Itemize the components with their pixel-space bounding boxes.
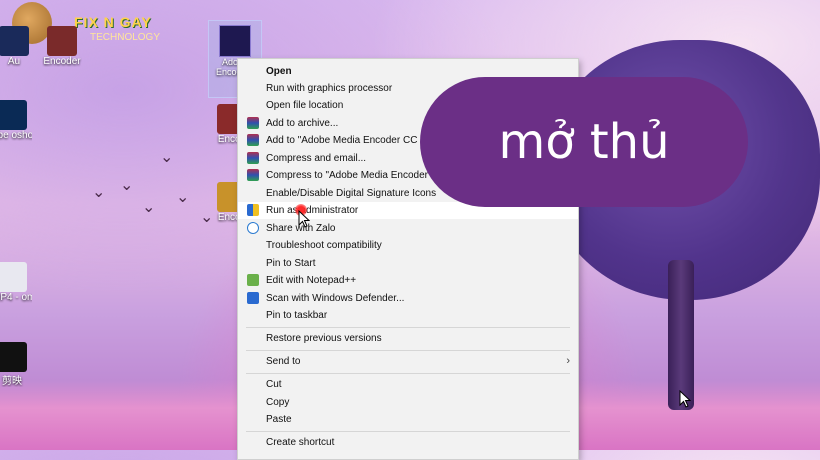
menu-item-pin-taskbar[interactable]: Pin to taskbar <box>238 307 578 324</box>
winrar-icon <box>247 152 259 164</box>
desktop-icon[interactable]: obe oshop <box>0 100 32 141</box>
bird-icon: ⌄ <box>176 189 190 206</box>
menu-item-troubleshoot[interactable]: Troubleshoot compatibility <box>238 237 578 254</box>
desktop-icon[interactable]: Au <box>0 26 34 67</box>
defender-icon <box>247 292 259 304</box>
menu-item-share-zalo[interactable]: Share with Zalo <box>238 220 578 237</box>
menu-item-create-shortcut[interactable]: Create shortcut <box>238 434 578 451</box>
desktop-icon[interactable]: Encoder <box>42 26 82 67</box>
menu-item-label: Send to <box>266 356 301 367</box>
winrar-icon <box>247 169 259 181</box>
menu-item-label: Create shortcut <box>266 437 335 448</box>
tree-trunk <box>668 260 694 410</box>
mouse-cursor-icon <box>298 210 310 228</box>
menu-item-send-to[interactable]: Send to › <box>238 353 578 370</box>
menu-item-cut[interactable]: Cut <box>238 376 578 393</box>
photoshop-icon <box>0 100 27 130</box>
bird-icon: ⌄ <box>92 184 106 201</box>
menu-separator <box>246 350 570 351</box>
menu-item-label: Enable/Disable Digital Signature Icons <box>266 188 437 199</box>
menu-item-label: Copy <box>266 397 290 408</box>
menu-item-notepadpp[interactable]: Edit with Notepad++ <box>238 272 578 289</box>
menu-item-label: Pin to taskbar <box>266 310 328 321</box>
desktop-icon[interactable]: 剪映 <box>0 342 32 387</box>
menu-item-label: Compress to "Adobe Media Encoder CC <box>266 170 446 181</box>
winrar-icon <box>247 134 259 146</box>
menu-separator <box>246 431 570 432</box>
desktop-icon-label: Encoder <box>43 56 81 67</box>
menu-item-label: Edit with Notepad++ <box>266 275 357 286</box>
winrar-icon <box>247 117 259 129</box>
menu-item-label: Run as administrator <box>266 205 359 216</box>
zalo-icon <box>247 222 259 234</box>
menu-item-label: Run with graphics processor <box>266 83 393 94</box>
bird-icon: ⌄ <box>160 149 174 166</box>
menu-separator <box>246 373 570 374</box>
menu-item-restore-versions[interactable]: Restore previous versions <box>238 330 578 347</box>
desktop-icon-label: Au <box>7 56 21 67</box>
bird-icon: ⌄ <box>142 199 156 216</box>
watermark-logo: FIX N GAY TECHNOLOGY <box>8 0 188 48</box>
audition-icon <box>0 26 29 56</box>
watermark-sub: TECHNOLOGY <box>90 32 161 43</box>
menu-item-defender[interactable]: Scan with Windows Defender... <box>238 290 578 307</box>
menu-item-pin-start[interactable]: Pin to Start <box>238 255 578 272</box>
mouse-cursor-icon <box>679 390 691 408</box>
desktop-icon-label: 剪映 <box>2 376 22 387</box>
uac-shield-icon <box>247 204 259 216</box>
menu-separator <box>246 327 570 328</box>
menu-item-label: Cut <box>266 379 282 390</box>
menu-item-label: Paste <box>266 414 292 425</box>
desktop-icon-label: MP4 - om <box>0 292 32 303</box>
menu-item-label: Add to archive... <box>266 118 339 129</box>
menu-item-label: Troubleshoot compatibility <box>266 240 382 251</box>
desktop-icon-label: obe oshop <box>0 130 32 141</box>
menu-item-label: Restore previous versions <box>266 333 382 344</box>
menu-item-paste[interactable]: Paste <box>238 411 578 428</box>
menu-item-label: Add to "Adobe Media Encoder CC 20 <box>266 135 432 146</box>
watermark-brand: FIX N GAY <box>74 14 152 30</box>
capcut-icon <box>0 342 27 372</box>
menu-item-label: Open file location <box>266 100 344 111</box>
desktop-icon[interactable]: MP4 - om <box>0 262 32 303</box>
media-encoder-icon <box>219 25 251 57</box>
caption-bubble: mở thủ <box>420 77 748 207</box>
winrar-icon <box>47 26 77 56</box>
bird-icon: ⌄ <box>120 177 134 194</box>
mp3-file-icon <box>0 262 27 292</box>
chevron-right-icon: › <box>566 355 570 367</box>
menu-item-label: Compress and email... <box>266 153 367 164</box>
menu-item-copy[interactable]: Copy <box>238 394 578 411</box>
menu-item-label: Pin to Start <box>266 258 316 269</box>
menu-item-label: Open <box>266 66 292 77</box>
menu-item-label: Scan with Windows Defender... <box>266 293 405 304</box>
notepadpp-icon <box>247 274 259 286</box>
